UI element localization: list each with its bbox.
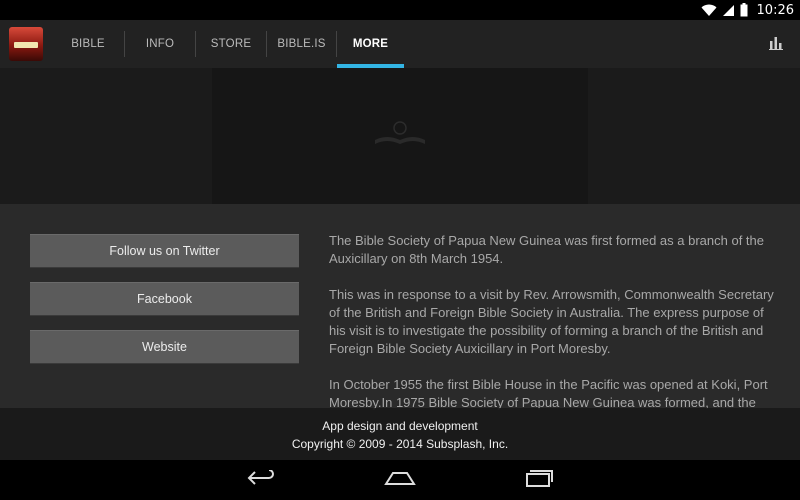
system-nav-bar	[0, 460, 800, 500]
tab-bar: BIBLE INFO STORE BIBLE.IS MORE	[52, 20, 404, 68]
recents-icon	[523, 469, 553, 491]
tab-bible[interactable]: BIBLE	[52, 20, 124, 68]
tab-info[interactable]: INFO	[125, 20, 195, 68]
about-paragraph: The Bible Society of Papua New Guinea wa…	[329, 233, 765, 266]
footer-line-design: App design and development	[322, 419, 478, 433]
credits-footer: App design and development Copyright © 2…	[0, 408, 800, 460]
app-logo[interactable]	[0, 20, 52, 68]
about-text: The Bible Society of Papua New Guinea wa…	[329, 232, 774, 430]
tab-store[interactable]: STORE	[196, 20, 266, 68]
back-icon	[247, 469, 277, 490]
banner-image	[212, 68, 588, 204]
status-bar: 10:26	[0, 0, 800, 20]
twitter-button[interactable]: Follow us on Twitter	[30, 234, 299, 268]
footer-copyright: Copyright © 2009 - 2014 Subsplash, Inc.	[291, 437, 509, 451]
about-paragraph: In October 1955 the first Bible House in…	[329, 377, 768, 410]
tab-more[interactable]: MORE	[337, 20, 404, 68]
wifi-icon	[701, 4, 717, 17]
stats-button[interactable]	[752, 20, 800, 68]
bible-app-logo-icon	[9, 27, 43, 61]
website-button[interactable]: Website	[30, 330, 299, 364]
bible-logo-icon	[373, 120, 427, 152]
home-button[interactable]	[376, 460, 424, 500]
about-paragraph: This was in response to a visit by Rev. …	[329, 287, 774, 356]
tab-bible-is[interactable]: BIBLE.IS	[267, 20, 336, 68]
action-bar: BIBLE INFO STORE BIBLE.IS MORE	[0, 20, 800, 68]
battery-icon	[740, 3, 748, 17]
recents-button[interactable]	[514, 460, 562, 500]
signal-icon	[722, 4, 735, 17]
back-button[interactable]	[238, 460, 286, 500]
clock: 10:26	[756, 2, 794, 18]
bar-chart-icon	[769, 35, 783, 54]
header-banner	[0, 68, 800, 204]
facebook-button[interactable]: Facebook	[30, 282, 299, 316]
home-icon	[384, 470, 416, 490]
